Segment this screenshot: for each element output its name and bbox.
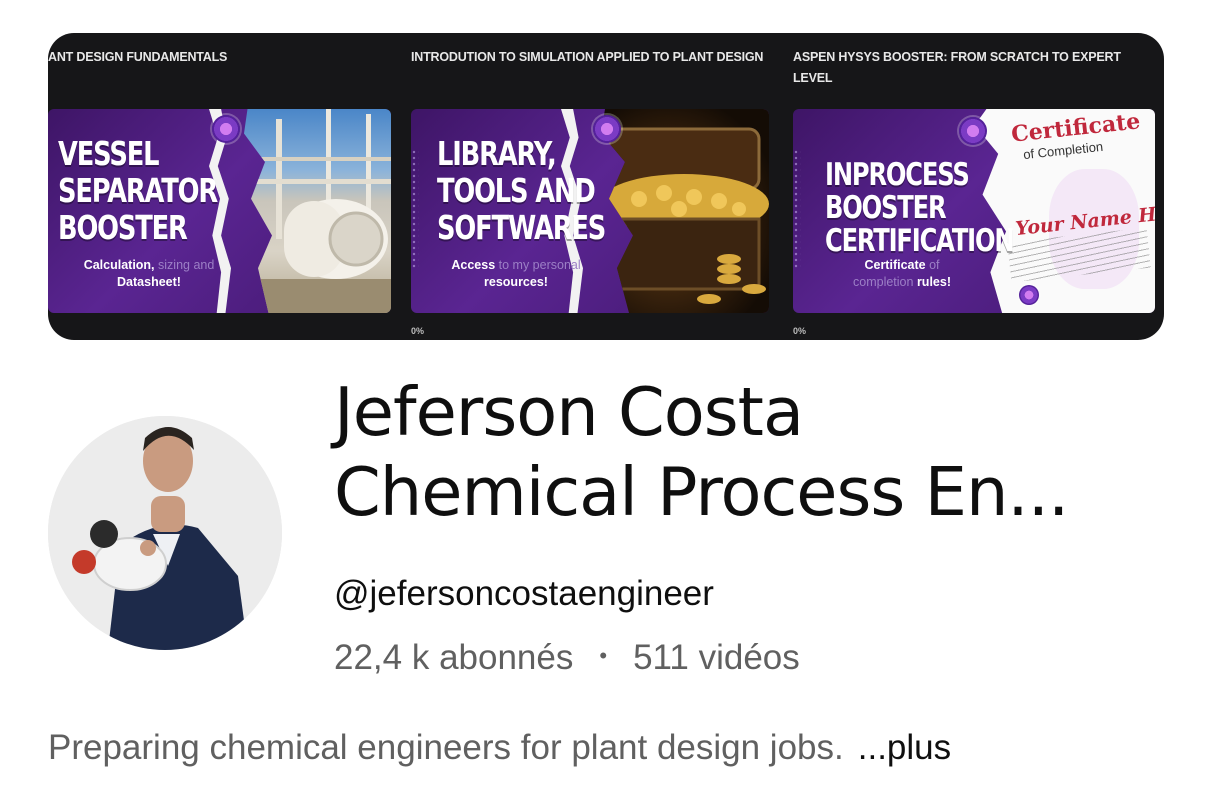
description-text: Preparing chemical engineers for plant d…: [48, 728, 844, 767]
thumbnail-caption: Certificate of completion rules!: [853, 258, 951, 289]
thumbnail-caption: Access to my personal resources!: [451, 258, 581, 289]
channel-name: Jeferson Costa Chemical Process En...: [334, 372, 1204, 532]
subscriber-count: 22,4 k abonnés: [334, 638, 574, 677]
brand-logo-icon: [959, 117, 987, 145]
course-thumbnail[interactable]: Certificate of Completion Your Name Here…: [793, 109, 1155, 313]
channel-description[interactable]: Preparing chemical engineers for plant d…: [48, 728, 951, 768]
channel-name-line1: Jeferson Costa: [334, 373, 804, 451]
channel-banner: ANT DESIGN FUNDAMENTALS VESSEL SEPARATOR…: [48, 33, 1164, 340]
course-title: INTRODUTION TO SIMULATION APPLIED TO PLA…: [411, 50, 764, 64]
more-button[interactable]: ...plus: [858, 728, 951, 767]
thumbnail-caption: Calculation, sizing and Datasheet!: [83, 258, 215, 289]
dot-pattern: [411, 149, 419, 269]
brand-logo-icon: [212, 115, 240, 143]
course-thumbnail[interactable]: VESSEL SEPARATOR BOOSTER Calculation, si…: [48, 109, 391, 313]
course-title: ANT DESIGN FUNDAMENTALS: [48, 50, 228, 64]
channel-handle: @jefersoncostaengineer: [334, 574, 714, 613]
stats-separator: •: [599, 643, 608, 668]
channel-stats: 22,4 k abonnés • 511 vidéos: [334, 638, 800, 678]
brand-logo-icon: [593, 115, 621, 143]
progress-label: 0%: [793, 326, 807, 336]
thumbnail-heading: LIBRARY, TOOLS AND SOFTWARES: [437, 134, 606, 247]
progress-label: 0%: [411, 326, 425, 336]
thumbnail-heading: INPROCESS BOOSTER CERTIFICATION: [825, 157, 1015, 259]
course-card[interactable]: ASPEN HYSYS BOOSTER: FROM SCRATCH TO EXP…: [793, 33, 1164, 340]
course-card[interactable]: ANT DESIGN FUNDAMENTALS VESSEL SEPARATOR…: [48, 33, 393, 340]
course-thumbnail[interactable]: LIBRARY, TOOLS AND SOFTWARES Access to m…: [411, 109, 769, 313]
certificate-logo-icon: [1019, 285, 1039, 305]
thumbnail-heading: VESSEL SEPARATOR BOOSTER: [58, 134, 218, 247]
channel-name-line2: Chemical Process En...: [334, 453, 1069, 531]
avatar-person-illustration: [48, 416, 282, 650]
video-count: 511 vidéos: [633, 638, 800, 677]
course-title: ASPEN HYSYS BOOSTER: FROM SCRATCH TO EXP…: [793, 50, 1121, 85]
dot-pattern: [793, 149, 801, 269]
course-card[interactable]: INTRODUTION TO SIMULATION APPLIED TO PLA…: [411, 33, 771, 340]
channel-avatar[interactable]: [48, 416, 282, 650]
